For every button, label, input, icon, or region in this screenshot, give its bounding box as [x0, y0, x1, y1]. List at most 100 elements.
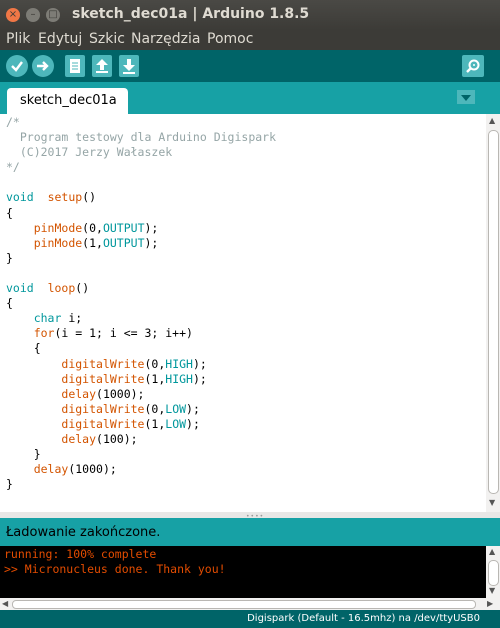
- save-sketch-button[interactable]: [119, 55, 139, 77]
- menu-help[interactable]: Pomoc: [205, 31, 255, 47]
- maximize-window-icon[interactable]: □: [46, 8, 60, 22]
- code-token: (C)2017 Jerzy Wałaszek: [6, 145, 173, 160]
- console-line: running: 100% complete: [4, 547, 157, 561]
- code-editor[interactable]: /* Program testowy dla Arduino Digispark…: [0, 114, 486, 512]
- scroll-down-icon[interactable]: ▼: [489, 498, 495, 507]
- code-token: HIGH: [165, 371, 193, 386]
- code-line: {: [6, 206, 13, 220]
- verify-button[interactable]: [6, 55, 28, 77]
- code-line: for(i = 1; i <= 3; i++): [6, 326, 193, 340]
- code-token: );: [186, 416, 200, 431]
- code-token: );: [144, 220, 159, 235]
- save-arrow-icon: [123, 59, 135, 74]
- code-token: LOW: [165, 401, 187, 416]
- code-line: }: [6, 251, 13, 265]
- title-bar: × – □ sketch_dec01a | Arduino 1.8.5: [0, 0, 500, 30]
- code-token: pinMode: [33, 235, 83, 250]
- scroll-right-icon[interactable]: ▶: [487, 599, 493, 608]
- code-token: {: [6, 296, 13, 311]
- code-line: delay(100);: [6, 431, 137, 446]
- console-output[interactable]: running: 100% complete >> Micronucleus d…: [0, 546, 486, 598]
- code-token: i;: [61, 311, 83, 326]
- open-arrow-icon: [96, 59, 108, 73]
- menu-tools[interactable]: Narzędzia: [129, 31, 202, 47]
- scroll-up-icon[interactable]: ▲: [489, 116, 495, 125]
- horizontal-scroll-thumb[interactable]: [12, 600, 476, 609]
- open-sketch-button[interactable]: [92, 55, 112, 77]
- upload-button[interactable]: [32, 55, 54, 77]
- code-token: }: [6, 250, 13, 265]
- new-file-icon: [70, 59, 80, 73]
- menu-bar: Plik Edytuj Szkic Narzędzia Pomoc: [0, 30, 500, 50]
- code-token: HIGH: [165, 356, 193, 371]
- minimize-window-icon[interactable]: –: [26, 8, 40, 22]
- code-text[interactable]: /* Program testowy dla Arduino Digispark…: [6, 115, 276, 492]
- console-scrollbar[interactable]: ▲ ▼: [486, 546, 500, 598]
- code-token: );: [192, 356, 207, 371]
- close-window-icon[interactable]: ×: [6, 8, 20, 22]
- code-token: delay: [61, 386, 97, 401]
- code-line: {: [6, 296, 13, 310]
- code-line: digitalWrite(0,HIGH);: [6, 356, 207, 371]
- code-token: digitalWrite: [61, 356, 145, 371]
- editor-scrollbar[interactable]: ▲ ▼: [486, 114, 500, 512]
- code-token: {: [6, 205, 13, 220]
- tab-label: sketch_dec01a: [20, 93, 117, 108]
- code-token: delay: [33, 462, 69, 477]
- code-token: void: [6, 281, 34, 296]
- tab-sketch[interactable]: sketch_dec01a: [7, 88, 128, 114]
- code-token: /*: [6, 115, 20, 129]
- console-scroll-up-icon[interactable]: ▲: [489, 547, 495, 556]
- code-line: (C)2017 Jerzy Wałaszek: [6, 145, 172, 159]
- code-line: pinMode(1,OUTPUT);: [6, 235, 159, 250]
- menu-file[interactable]: Plik: [4, 31, 32, 47]
- menu-sketch[interactable]: Szkic: [87, 31, 127, 47]
- code-line: char i;: [6, 311, 82, 325]
- code-token: );: [192, 371, 207, 386]
- code-token: }: [6, 477, 13, 492]
- console-horizontal-scrollbar[interactable]: ◀ ▶: [0, 598, 500, 610]
- code-line: void loop(): [6, 281, 89, 295]
- menu-edit[interactable]: Edytuj: [36, 31, 84, 47]
- editor-scroll-thumb[interactable]: [488, 130, 499, 494]
- code-line: digitalWrite(1,LOW);: [6, 417, 200, 431]
- code-token: }: [6, 447, 41, 462]
- code-token: );: [144, 235, 159, 250]
- new-sketch-button[interactable]: [65, 55, 85, 77]
- console-scroll-thumb[interactable]: [488, 560, 499, 586]
- code-token: OUTPUT: [102, 220, 145, 235]
- code-token: for: [33, 326, 55, 341]
- code-token: (i = 1; i <= 3; i++): [54, 326, 193, 341]
- serial-monitor-button[interactable]: [462, 55, 484, 77]
- code-line: }: [6, 477, 13, 491]
- code-token: setup: [47, 190, 83, 205]
- code-token: delay: [61, 431, 97, 446]
- code-token: (1,: [82, 235, 103, 250]
- tab-strip: sketch_dec01a: [0, 82, 500, 114]
- code-token: */: [6, 160, 20, 175]
- toolbar: [0, 50, 500, 82]
- code-line: delay(1000);: [6, 387, 144, 401]
- console-scroll-down-icon[interactable]: ▼: [489, 586, 495, 595]
- tab-menu-button[interactable]: [457, 90, 475, 104]
- code-token: digitalWrite: [61, 416, 145, 431]
- code-line: /*: [6, 115, 20, 129]
- scroll-left-icon[interactable]: ◀: [2, 599, 8, 608]
- code-line: pinMode(0,OUTPUT);: [6, 220, 159, 235]
- code-token: char: [33, 311, 62, 326]
- code-token: (1,: [144, 371, 166, 386]
- board-info-bar: Digispark (Default - 16.5mhz) na /dev/tt…: [0, 610, 500, 628]
- code-token: void: [6, 190, 34, 205]
- code-line: void setup(): [6, 190, 96, 204]
- code-token: (0,: [144, 356, 166, 371]
